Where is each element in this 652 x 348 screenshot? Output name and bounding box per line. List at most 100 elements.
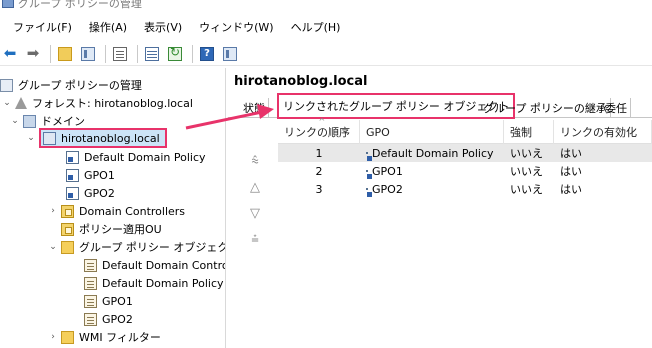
menu-help[interactable]: ヘルプ(H) bbox=[291, 19, 341, 35]
details-pane: hirotanoblog.local 状態 リンクされたグループ ポリシー オブ… bbox=[228, 68, 652, 348]
tree-domain-selected[interactable]: hirotanoblog.local bbox=[39, 128, 167, 148]
tree-root-label: グループ ポリシーの管理 bbox=[18, 79, 142, 92]
gpo-link-icon bbox=[66, 168, 79, 182]
gpo-link-icon bbox=[66, 186, 79, 200]
gpm-icon bbox=[0, 78, 13, 92]
tree-item-label: Default Domain Policy bbox=[102, 276, 224, 290]
title-bar: グループ ポリシーの管理 bbox=[0, 0, 652, 16]
chevron-down-icon[interactable]: ⌄ bbox=[26, 133, 36, 143]
tree-domain[interactable]: ⌄ hirotanoblog.local bbox=[26, 126, 167, 150]
column-header-link-order[interactable]: ^ リンクの順序 bbox=[278, 117, 360, 144]
gpo-icon bbox=[84, 294, 97, 308]
toolbar-separator bbox=[105, 44, 106, 63]
move-to-bottom-icon[interactable]: ⩮ bbox=[246, 232, 264, 247]
menu-window[interactable]: ウィンドウ(W) bbox=[199, 19, 273, 35]
cell-link-order: 1 bbox=[315, 146, 323, 160]
tab-strip: 状態 リンクされたグループ ポリシー オブジェクト グループ ポリシーの継承 委… bbox=[228, 93, 652, 119]
tree-item[interactable]: ポリシー適用OU bbox=[61, 220, 162, 238]
tree-item-label: グループ ポリシー オブジェクト bbox=[79, 241, 226, 254]
console-tree: グループ ポリシーの管理 ⌄ フォレスト: hirotanoblog.local… bbox=[0, 68, 226, 348]
tree-item[interactable]: ⌄ グループ ポリシー オブジェクト bbox=[48, 238, 226, 256]
action-pane-icon[interactable] bbox=[220, 44, 240, 64]
cell-link-order: 2 bbox=[315, 164, 323, 178]
linked-gpo-list-area: ⩯ △ ▽ ⩮ ^ リンクの順序 GPO 強制 リンクの有効化 1 Defaul… bbox=[228, 117, 652, 348]
table-row[interactable]: 2 GPO1 いいえ はい bbox=[278, 162, 652, 180]
app-icon bbox=[2, 0, 14, 8]
move-down-icon[interactable]: ▽ bbox=[246, 206, 264, 221]
column-header-enforced[interactable]: 強制 bbox=[504, 120, 554, 144]
chevron-down-icon[interactable]: ⌄ bbox=[2, 98, 12, 108]
tree-item[interactable]: GPO1 bbox=[84, 292, 133, 310]
tab-status[interactable]: 状態 bbox=[240, 98, 269, 118]
tree-item-label: GPO1 bbox=[84, 168, 115, 182]
gpo-link-icon bbox=[366, 170, 368, 172]
move-to-top-icon[interactable]: ⩯ bbox=[246, 154, 264, 169]
chevron-down-icon[interactable]: ⌄ bbox=[10, 116, 20, 126]
menu-file[interactable]: ファイル(F) bbox=[13, 19, 72, 35]
menu-bar: ファイル(F) 操作(A) 表示(V) ウィンドウ(W) ヘルプ(H) bbox=[0, 17, 652, 37]
chevron-right-icon[interactable]: › bbox=[48, 332, 58, 342]
column-header-gpo[interactable]: GPO bbox=[360, 120, 504, 144]
cell-enforced: いいえ bbox=[510, 183, 543, 196]
tree-item[interactable]: GPO2 bbox=[66, 184, 115, 202]
tree-item[interactable]: GPO1 bbox=[66, 166, 115, 184]
export-list-icon[interactable] bbox=[142, 44, 162, 64]
ou-icon bbox=[61, 204, 74, 218]
toolbar-separator bbox=[50, 44, 51, 63]
sort-ascending-icon: ^ bbox=[318, 117, 326, 126]
tree-forest-label: フォレスト: hirotanoblog.local bbox=[32, 97, 193, 110]
cell-gpo: GPO2 bbox=[366, 180, 403, 198]
toolbar-separator bbox=[192, 44, 193, 63]
tree-root[interactable]: グループ ポリシーの管理 bbox=[0, 76, 142, 94]
move-up-icon[interactable]: △ bbox=[246, 180, 264, 195]
help-icon[interactable]: ? bbox=[197, 44, 217, 64]
gpo-link-icon bbox=[66, 150, 79, 164]
cell-link-enabled: はい bbox=[560, 147, 582, 160]
table-row[interactable]: 1 Default Domain Policy いいえ はい bbox=[278, 144, 652, 162]
cell-gpo: GPO1 bbox=[366, 162, 403, 180]
tree-item[interactable]: Default Domain Contro bbox=[84, 256, 226, 274]
toolbar: ⬅ ➡ ? bbox=[0, 42, 652, 66]
chevron-down-icon[interactable]: ⌄ bbox=[48, 242, 58, 252]
cell-enforced: いいえ bbox=[510, 147, 543, 160]
tree-item-label: GPO1 bbox=[102, 294, 133, 308]
tree-item-label: GPO2 bbox=[84, 186, 115, 200]
tree-item-label: Default Domain Contro bbox=[102, 258, 226, 272]
cell-link-enabled: はい bbox=[560, 165, 582, 178]
tab-inheritance[interactable]: グループ ポリシーの継承 bbox=[480, 98, 611, 118]
tree-item-label: WMI フィルター bbox=[79, 331, 161, 344]
cell-link-enabled: はい bbox=[560, 183, 582, 196]
menu-action[interactable]: 操作(A) bbox=[89, 19, 127, 35]
tree-item-label: ポリシー適用OU bbox=[79, 223, 162, 236]
cell-enforced: いいえ bbox=[510, 165, 543, 178]
tree-item-label: Default Domain Policy bbox=[84, 150, 206, 164]
chevron-right-icon[interactable]: › bbox=[48, 206, 58, 216]
tree-item[interactable]: GPO2 bbox=[84, 310, 133, 328]
menu-view[interactable]: 表示(V) bbox=[144, 19, 182, 35]
up-folder-icon[interactable] bbox=[55, 44, 75, 64]
tree-item-label: GPO2 bbox=[102, 312, 133, 326]
tree-item[interactable]: › Domain Controllers bbox=[48, 202, 185, 220]
table-row[interactable]: 3 GPO2 いいえ はい bbox=[278, 180, 652, 198]
back-arrow-icon[interactable]: ⬅ bbox=[0, 44, 20, 64]
gpo-link-icon bbox=[366, 188, 368, 190]
column-header-link-enabled[interactable]: リンクの有効化 bbox=[554, 120, 652, 144]
gpo-folder-icon bbox=[61, 240, 74, 254]
forest-icon bbox=[15, 97, 27, 109]
show-pane-icon[interactable] bbox=[78, 44, 98, 64]
details-title: hirotanoblog.local bbox=[234, 74, 368, 89]
cell-link-order: 3 bbox=[315, 182, 323, 196]
tree-item-label: Domain Controllers bbox=[79, 204, 186, 218]
domain-icon bbox=[43, 131, 56, 145]
tab-delegation[interactable]: 委任 bbox=[602, 98, 631, 118]
tree-item[interactable]: Default Domain Policy bbox=[84, 274, 224, 292]
refresh-icon[interactable] bbox=[165, 44, 185, 64]
gpo-icon bbox=[84, 312, 97, 326]
forward-arrow-icon[interactable]: ➡ bbox=[23, 44, 43, 64]
properties-icon[interactable] bbox=[110, 44, 130, 64]
linked-gpo-table: ^ リンクの順序 GPO 強制 リンクの有効化 1 Default Domain… bbox=[278, 117, 652, 198]
tree-item[interactable]: Default Domain Policy bbox=[66, 148, 206, 166]
cell-gpo: Default Domain Policy bbox=[366, 144, 494, 162]
tree-forest[interactable]: ⌄ フォレスト: hirotanoblog.local bbox=[2, 94, 193, 112]
tree-item[interactable]: › WMI フィルター bbox=[48, 328, 161, 346]
